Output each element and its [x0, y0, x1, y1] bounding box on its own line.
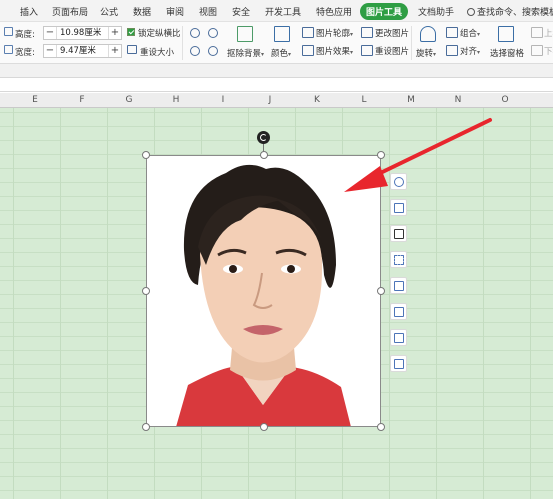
width-decrease-button[interactable]: − — [44, 45, 56, 57]
remove-background-button[interactable]: 抠除背景▾ — [227, 47, 264, 59]
color-icon[interactable] — [274, 26, 290, 42]
column-header[interactable]: L — [354, 95, 374, 105]
picture-effect-icon — [302, 45, 314, 56]
column-header[interactable]: F — [72, 95, 92, 105]
change-picture-button[interactable]: 更改图片 — [375, 27, 409, 39]
ribbon-separator — [411, 26, 412, 60]
tab-picture-tools[interactable]: 图片工具 — [360, 3, 409, 20]
rotate-left-icon[interactable] — [190, 46, 200, 56]
change-picture-icon — [361, 27, 373, 38]
column-header[interactable]: K — [307, 95, 327, 105]
image-edit-button[interactable] — [390, 303, 407, 320]
selection-pane-icon[interactable] — [498, 26, 514, 42]
remove-background-icon[interactable] — [237, 26, 253, 42]
scan-icon — [394, 255, 404, 265]
column-header[interactable]: E — [25, 95, 45, 105]
send-backward-button[interactable]: 下移 — [544, 45, 553, 57]
command-search-text: 查找命令、搜索模板 — [477, 8, 553, 18]
crop-icon[interactable] — [190, 28, 200, 38]
resize-handle-bottom-right[interactable] — [377, 423, 385, 431]
crop-shape-icon[interactable] — [208, 28, 218, 38]
tab-formula[interactable]: 公式 — [100, 5, 118, 18]
image-ocr-button[interactable] — [390, 251, 407, 268]
resize-handle-top[interactable] — [260, 151, 268, 159]
column-header[interactable]: J — [260, 95, 280, 105]
resize-handle-left[interactable] — [142, 287, 150, 295]
send-backward-icon — [531, 45, 543, 56]
rotate-button[interactable]: 旋转▾ — [416, 47, 436, 59]
color-button[interactable]: 颜色▾ — [271, 47, 291, 59]
command-search[interactable]: 查找命令、搜索模板 — [467, 5, 553, 18]
bring-forward-icon — [531, 27, 543, 38]
resize-handle-bottom-left[interactable] — [142, 423, 150, 431]
width-icon — [4, 45, 13, 54]
height-decrease-button[interactable]: − — [44, 27, 56, 39]
group-button[interactable]: 组合▾ — [460, 27, 480, 39]
tab-data[interactable]: 数据 — [133, 5, 151, 18]
height-stepper[interactable]: − 10.98厘米 + — [43, 26, 122, 40]
rotate-icon[interactable] — [420, 26, 436, 42]
column-header[interactable]: H — [166, 95, 186, 105]
column-header[interactable]: O — [495, 95, 515, 105]
column-header[interactable]: N — [448, 95, 468, 105]
reset-size-button[interactable]: 重设大小 — [140, 46, 174, 58]
picture-outline-button[interactable]: 图片轮廓▾ — [316, 27, 353, 39]
menu-bar: 插入 页面布局 公式 数据 审阅 视图 安全 开发工具 特色应用 图片工具 文档… — [0, 0, 553, 22]
reset-size-icon — [127, 45, 137, 54]
width-increase-button[interactable]: + — [109, 45, 121, 57]
picture-effect-button[interactable]: 图片效果▾ — [316, 45, 353, 57]
compare-icon — [394, 333, 404, 343]
align-button[interactable]: 对齐▾ — [460, 45, 480, 57]
align-icon — [446, 45, 458, 56]
reset-picture-icon — [361, 45, 373, 56]
search-icon — [467, 8, 475, 16]
picture-outline-icon — [302, 27, 314, 38]
tab-page-layout[interactable]: 页面布局 — [52, 5, 88, 18]
lock-ratio-checkbox[interactable] — [127, 28, 135, 36]
tab-doc-assistant[interactable]: 文档助手 — [418, 5, 454, 18]
tab-features[interactable]: 特色应用 — [316, 5, 352, 18]
column-headers: E F G H I J K L M N O — [0, 93, 553, 108]
name-box-strip — [0, 64, 553, 78]
formula-bar[interactable] — [0, 79, 553, 92]
ribbon: 高度: − 10.98厘米 + 宽度: − 9.47厘米 + 锁定纵横比 重设大… — [0, 22, 553, 64]
reset-picture-button[interactable]: 重设图片 — [375, 45, 409, 57]
ribbon-separator — [182, 26, 183, 60]
group-icon — [446, 27, 458, 38]
column-header[interactable]: G — [119, 95, 139, 105]
height-field[interactable]: 10.98厘米 — [56, 27, 109, 39]
layers-icon — [394, 281, 404, 291]
crop-button[interactable] — [390, 225, 407, 242]
rotate-right-icon[interactable] — [208, 46, 218, 56]
crop-icon — [394, 229, 404, 239]
width-label: 宽度: — [15, 48, 35, 58]
resize-handle-bottom[interactable] — [260, 423, 268, 431]
tab-insert[interactable]: 插入 — [20, 5, 38, 18]
image-more-button[interactable] — [390, 355, 407, 372]
height-icon — [4, 27, 13, 36]
more-image-icon — [394, 359, 404, 369]
width-stepper[interactable]: − 9.47厘米 + — [43, 44, 122, 58]
column-header[interactable]: I — [213, 95, 233, 105]
rotate-handle[interactable] — [257, 131, 270, 144]
height-increase-button[interactable]: + — [109, 27, 121, 39]
image-layer-button[interactable] — [390, 277, 407, 294]
tab-security[interactable]: 安全 — [232, 5, 250, 18]
selection-pane-button[interactable]: 选择窗格 — [490, 47, 524, 59]
lock-ratio-label: 锁定纵横比 — [138, 29, 181, 39]
resize-handle-right[interactable] — [377, 287, 385, 295]
width-field[interactable]: 9.47厘米 — [56, 45, 109, 57]
tab-review[interactable]: 审阅 — [166, 5, 184, 18]
resize-handle-top-left[interactable] — [142, 151, 150, 159]
column-header[interactable]: M — [401, 95, 421, 105]
bring-forward-button[interactable]: 上移 — [544, 27, 553, 39]
edit-image-icon — [394, 307, 404, 317]
tab-developer[interactable]: 开发工具 — [265, 5, 301, 18]
image-compare-button[interactable] — [390, 329, 407, 346]
annotation-arrow — [344, 118, 492, 192]
tab-view[interactable]: 视图 — [199, 5, 217, 18]
height-label: 高度: — [15, 30, 35, 40]
